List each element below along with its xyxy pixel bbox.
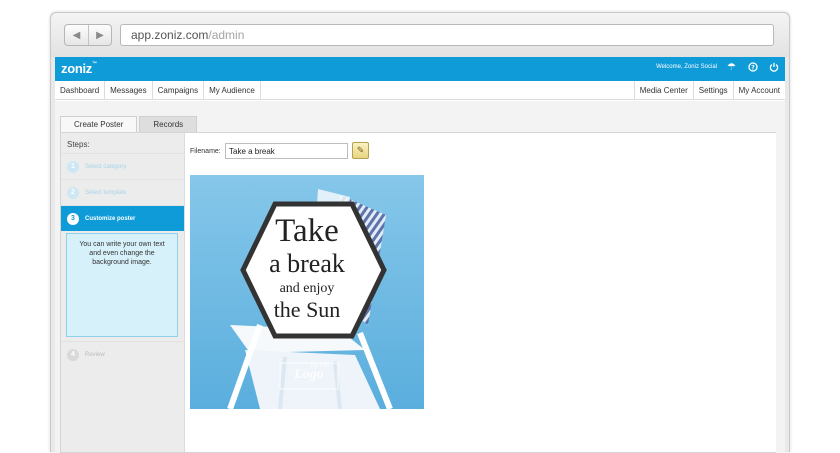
nav-left: Dashboard Messages Campaigns My Audience (55, 81, 261, 100)
nav-my-audience[interactable]: My Audience (204, 81, 261, 100)
step-help-box: You can write your own text and even cha… (66, 233, 178, 337)
page-viewport: zoniz™ Welcome, Zoniz Social ☂ ? Dashboa… (55, 57, 785, 453)
filename-label: Filename: (190, 148, 221, 155)
step-label: Select category (85, 163, 127, 170)
tab-panel: Steps: 1 Select category 2 Select templa… (60, 132, 776, 453)
nav-campaigns[interactable]: Campaigns (153, 81, 205, 100)
nav-media-center[interactable]: Media Center (633, 81, 693, 100)
welcome-text: Welcome, Zoniz Social (656, 64, 717, 70)
tab-records[interactable]: Records (139, 116, 198, 132)
forward-button[interactable]: ▶ (87, 25, 111, 45)
step-number: 2 (67, 186, 79, 199)
logo-text: zoniz (61, 61, 92, 76)
step-label: Customize poster (85, 215, 136, 222)
nav-dashboard[interactable]: Dashboard (55, 81, 106, 100)
filename-input[interactable] (225, 143, 348, 159)
back-button[interactable]: ◀ (65, 25, 88, 45)
poster-line-2[interactable]: a break (190, 249, 424, 279)
app-logo[interactable]: zoniz™ (61, 61, 97, 76)
header-icons: ☂ ? (726, 62, 779, 74)
step-review[interactable]: 4 Review (61, 341, 184, 367)
step-label: Review (85, 351, 105, 358)
browser-window: ◀ ▶ app.zoniz.com/admin zoniz™ Welcome, … (50, 12, 790, 453)
url-path: /admin (208, 28, 245, 42)
poster-canvas[interactable]: Take a break and enjoy the Sun 150 x 50 … (190, 175, 424, 409)
main-content: Create Poster Records Steps: 1 Select ca… (55, 101, 785, 453)
help-icon[interactable]: ? (747, 62, 758, 74)
poster-logo[interactable]: Logo (280, 367, 338, 383)
svg-text:?: ? (751, 64, 755, 71)
tab-bar: Create Poster Records (60, 116, 198, 132)
step-number: 1 (67, 160, 79, 173)
poster-editor: Filename: ✎ (184, 133, 776, 452)
steps-sidebar: Steps: 1 Select category 2 Select templa… (61, 133, 192, 452)
step-customize-poster[interactable]: 3 Customize poster (61, 205, 192, 232)
tab-create-poster[interactable]: Create Poster (60, 116, 138, 132)
nav-my-account[interactable]: My Account (732, 81, 785, 100)
app-header: zoniz™ Welcome, Zoniz Social ☂ ? (55, 57, 785, 81)
nav-settings[interactable]: Settings (692, 81, 733, 100)
poster-line-3[interactable]: and enjoy (190, 281, 424, 297)
main-nav: Dashboard Messages Campaigns My Audience… (55, 81, 785, 100)
url-host: app.zoniz.com (131, 28, 209, 42)
arrow-right-icon: ▶ (96, 29, 104, 41)
address-bar[interactable]: app.zoniz.com/admin (120, 24, 774, 46)
pencil-icon: ✎ (356, 145, 365, 155)
step-number: 4 (67, 348, 79, 361)
edit-filename-button[interactable]: ✎ (352, 142, 369, 159)
logo-tm: ™ (92, 61, 97, 67)
browser-nav-buttons: ◀ ▶ (64, 24, 112, 46)
nav-right: Media Center Settings My Account (633, 81, 785, 100)
step-number: 3 (67, 212, 79, 225)
arrow-left-icon: ◀ (72, 29, 81, 41)
steps-title: Steps: (67, 140, 90, 149)
nav-messages[interactable]: Messages (105, 81, 153, 100)
power-icon[interactable] (768, 62, 779, 74)
step-label: Select template (85, 189, 127, 196)
umbrella-icon[interactable]: ☂ (726, 62, 737, 74)
browser-toolbar: ◀ ▶ app.zoniz.com/admin (51, 13, 789, 57)
step-select-category[interactable]: 1 Select category (61, 153, 184, 179)
poster-line-4[interactable]: the Sun (190, 297, 424, 323)
step-select-template[interactable]: 2 Select template (61, 179, 184, 205)
poster-line-1[interactable]: Take (190, 213, 424, 250)
